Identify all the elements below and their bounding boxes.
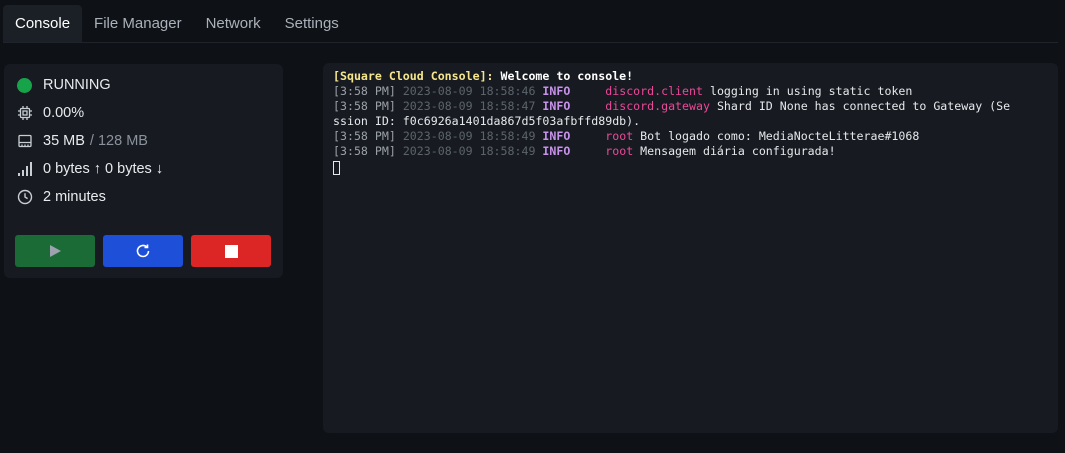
- console-welcome-prefix: [Square Cloud Console]:: [333, 69, 494, 83]
- tab-divider: [3, 42, 1058, 43]
- play-icon: [50, 245, 61, 257]
- log-level: INFO: [542, 84, 571, 98]
- console-welcome-line: [Square Cloud Console]: Welcome to conso…: [333, 69, 1058, 84]
- status-text: RUNNING: [43, 77, 111, 93]
- cpu-row: 0.00%: [16, 103, 84, 123]
- log-line-continuation: ssion ID: f0c6926a1401da867d5f03afbffd89…: [333, 114, 1058, 129]
- status-indicator-icon: [16, 77, 33, 94]
- memory-total: / 128 MB: [89, 133, 148, 149]
- restart-button[interactable]: [103, 235, 183, 267]
- tab-network[interactable]: Network: [194, 5, 273, 43]
- log-source: root: [605, 144, 634, 158]
- log-source: discord.client: [605, 84, 703, 98]
- log-level: INFO: [542, 99, 571, 113]
- log-line: [3:58 PM] 2023-08-09 18:58:47 INFO disco…: [333, 99, 1058, 114]
- console-output[interactable]: [Square Cloud Console]: Welcome to conso…: [323, 63, 1058, 433]
- log-level: INFO: [542, 129, 571, 143]
- tab-bar: Console File Manager Network Settings: [3, 5, 351, 43]
- uptime-row: 2 minutes: [16, 187, 106, 207]
- memory-icon: [16, 133, 33, 150]
- log-time: [3:58 PM]: [333, 84, 396, 98]
- memory-used: 35 MB: [43, 133, 85, 149]
- log-time: [3:58 PM]: [333, 99, 396, 113]
- log-line: [3:58 PM] 2023-08-09 18:58:49 INFO root …: [333, 129, 1058, 144]
- network-row: 0 bytes ↑ 0 bytes ↓: [16, 159, 163, 179]
- log-message: Shard ID None has connected to Gateway (…: [716, 99, 1011, 113]
- tab-console[interactable]: Console: [3, 5, 83, 43]
- clock-icon: [16, 189, 33, 206]
- log-source: root: [605, 129, 634, 143]
- log-message: ssion ID: f0c6926a1401da867d5f03afbffd89…: [333, 114, 641, 128]
- log-date: 2023-08-09 18:58:47: [402, 99, 536, 113]
- log-date: 2023-08-09 18:58:49: [402, 129, 536, 143]
- tab-file-manager[interactable]: File Manager: [82, 5, 194, 43]
- log-message: Bot logado como: MediaNocteLitterae#1068: [640, 129, 920, 143]
- tab-settings[interactable]: Settings: [273, 5, 351, 43]
- console-input-line[interactable]: [333, 159, 1058, 175]
- log-level: INFO: [542, 144, 571, 158]
- log-source: discord.gateway: [605, 99, 710, 113]
- start-button[interactable]: [15, 235, 95, 267]
- log-date: 2023-08-09 18:58:49: [402, 144, 536, 158]
- cpu-usage: 0.00%: [43, 105, 85, 121]
- restart-icon: [136, 244, 150, 258]
- log-line: [3:58 PM] 2023-08-09 18:58:46 INFO disco…: [333, 84, 1058, 99]
- memory-row: 35 MB / 128 MB: [16, 131, 148, 151]
- signal-icon: [16, 161, 33, 178]
- uptime: 2 minutes: [43, 189, 106, 205]
- console-cursor: [333, 161, 340, 175]
- status-row: RUNNING: [16, 75, 111, 95]
- network-traffic: 0 bytes ↑ 0 bytes ↓: [43, 161, 164, 177]
- console-welcome-text: Welcome to console!: [493, 69, 634, 83]
- stop-icon: [224, 244, 238, 258]
- log-message: Mensagem diária configurada!: [640, 144, 836, 158]
- log-time: [3:58 PM]: [333, 144, 396, 158]
- cpu-icon: [16, 105, 33, 122]
- stop-button[interactable]: [191, 235, 271, 267]
- log-line: [3:58 PM] 2023-08-09 18:58:49 INFO root …: [333, 144, 1058, 159]
- log-message: logging in using static token: [709, 84, 913, 98]
- log-time: [3:58 PM]: [333, 129, 396, 143]
- log-date: 2023-08-09 18:58:46: [402, 84, 536, 98]
- status-card: RUNNING 0.00% 35 MB / 128 MB 0 bytes ↑ 0…: [4, 64, 283, 278]
